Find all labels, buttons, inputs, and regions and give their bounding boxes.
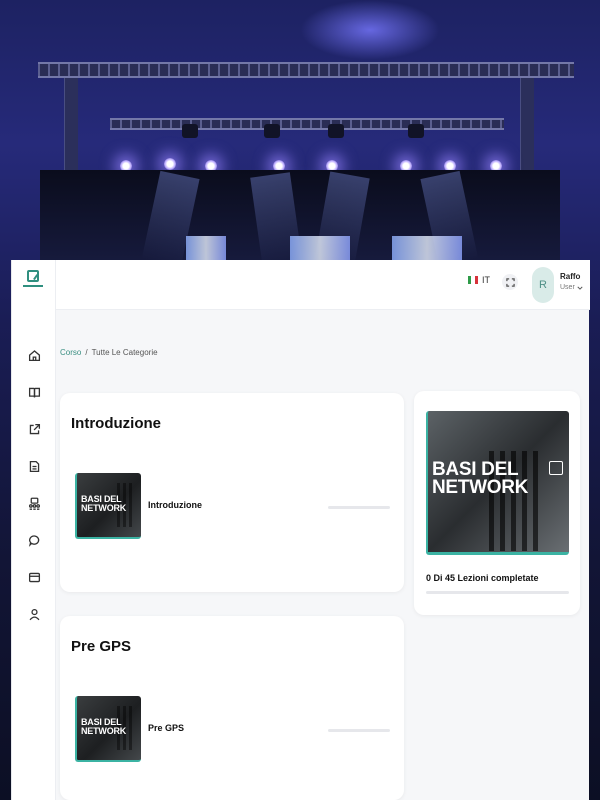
avatar[interactable]: R bbox=[532, 267, 554, 303]
ceiling-light bbox=[300, 0, 440, 60]
course-progress-bar bbox=[426, 591, 569, 594]
brand-logo[interactable] bbox=[23, 270, 43, 294]
logo-mark-icon bbox=[27, 270, 39, 282]
card-icon[interactable] bbox=[25, 568, 43, 586]
language-selector[interactable]: IT bbox=[468, 275, 490, 285]
brand-logo-icon bbox=[549, 461, 563, 475]
lighting-truss-lower bbox=[110, 118, 504, 130]
chevron-down-icon bbox=[577, 286, 583, 290]
thumbnail-text: BASI DEL NETWORK bbox=[81, 717, 127, 736]
lesson-row[interactable]: BASI DEL NETWORK Pre GPS bbox=[75, 696, 391, 762]
user-role-label: User bbox=[560, 284, 575, 291]
fullscreen-icon bbox=[505, 277, 515, 287]
lesson-progress-bar bbox=[328, 506, 390, 509]
sidebar bbox=[12, 260, 56, 800]
user-name: Raffo bbox=[560, 272, 581, 281]
italy-flag-icon bbox=[468, 276, 478, 284]
lesson-row[interactable]: BASI DEL NETWORK Introduzione bbox=[75, 473, 391, 539]
section-card: Pre GPS BASI DEL NETWORK Pre GPS bbox=[60, 616, 404, 800]
led-panel bbox=[186, 236, 226, 260]
sidebar-nav bbox=[12, 346, 56, 642]
breadcrumb-link-corso[interactable]: Corso bbox=[60, 348, 81, 357]
breadcrumb: Corso / Tutte Le Categorie bbox=[60, 348, 158, 357]
chat-icon[interactable] bbox=[25, 531, 43, 549]
top-bar: IT R Raffo User bbox=[56, 260, 590, 310]
user-icon[interactable] bbox=[25, 605, 43, 623]
users-icon[interactable] bbox=[25, 494, 43, 512]
light-fixture bbox=[264, 124, 280, 138]
book-icon[interactable] bbox=[25, 383, 43, 401]
lesson-name: Introduzione bbox=[148, 500, 202, 510]
logo-wordmark bbox=[23, 285, 43, 287]
led-panel bbox=[392, 236, 462, 260]
led-panel bbox=[290, 236, 350, 260]
course-thumbnail[interactable]: BASI DEL NETWORK bbox=[426, 411, 569, 555]
fullscreen-toggle[interactable] bbox=[502, 274, 518, 290]
breadcrumb-separator: / bbox=[85, 348, 88, 357]
section-title: Pre GPS bbox=[71, 638, 132, 655]
document-icon[interactable] bbox=[25, 457, 43, 475]
light-fixture bbox=[328, 124, 344, 138]
light-fixture bbox=[408, 124, 424, 138]
stage-spotlight bbox=[164, 158, 176, 170]
lighting-truss-upper bbox=[38, 62, 574, 78]
course-progress-status: 0 Di 45 Lezioni completate bbox=[426, 573, 539, 583]
thumbnail-text: BASI DEL NETWORK bbox=[81, 494, 127, 513]
breadcrumb-current: Tutte Le Categorie bbox=[91, 348, 158, 357]
user-role: User bbox=[560, 284, 583, 291]
user-menu[interactable]: Raffo User bbox=[560, 272, 583, 291]
lesson-thumbnail: BASI DEL NETWORK bbox=[75, 696, 141, 762]
app-window: IT R Raffo User Corso / Tutte Le Categor… bbox=[11, 260, 590, 800]
external-link-icon[interactable] bbox=[25, 420, 43, 438]
home-icon[interactable] bbox=[25, 346, 43, 364]
section-card: Introduzione BASI DEL NETWORK Introduzio… bbox=[60, 393, 404, 592]
course-summary-card: BASI DEL NETWORK 0 Di 45 Lezioni complet… bbox=[414, 391, 580, 615]
lesson-name: Pre GPS bbox=[148, 723, 185, 733]
lesson-thumbnail: BASI DEL NETWORK bbox=[75, 473, 141, 539]
lesson-progress-bar bbox=[328, 729, 390, 732]
light-fixture bbox=[182, 124, 198, 138]
language-code: IT bbox=[482, 275, 490, 285]
section-title: Introduzione bbox=[71, 415, 161, 432]
